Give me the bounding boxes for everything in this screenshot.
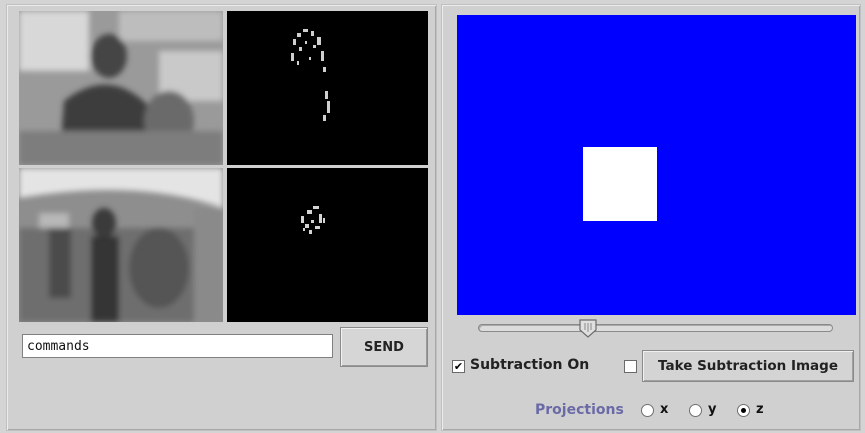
subtraction-checkbox[interactable]: ✔ [452, 360, 465, 373]
take-image-checkbox[interactable] [624, 360, 637, 373]
send-button[interactable]: SEND [340, 327, 428, 367]
projection-canvas [457, 15, 856, 315]
projection-slider-thumb[interactable] [578, 318, 598, 338]
projection-radio-z-label: z [756, 402, 764, 417]
projection-radio-y[interactable] [689, 404, 702, 417]
command-input[interactable] [22, 334, 333, 358]
subtraction-label: Subtraction On [470, 357, 590, 373]
projection-radio-y-label: y [708, 402, 717, 417]
camera-feed-top [19, 11, 223, 165]
difference-feed-top [227, 11, 428, 165]
camera-feed-bottom [19, 168, 223, 322]
projection-slider-track[interactable] [478, 324, 833, 332]
projection-radio-x[interactable] [641, 404, 654, 417]
projection-radio-z[interactable] [737, 404, 750, 417]
projected-object [583, 147, 657, 221]
difference-feed-bottom [227, 168, 428, 322]
projection-radio-x-label: x [660, 402, 669, 417]
radio-selected-dot [741, 408, 746, 413]
projections-label: Projections [535, 402, 624, 418]
take-subtraction-image-button[interactable]: Take Subtraction Image [642, 350, 854, 382]
